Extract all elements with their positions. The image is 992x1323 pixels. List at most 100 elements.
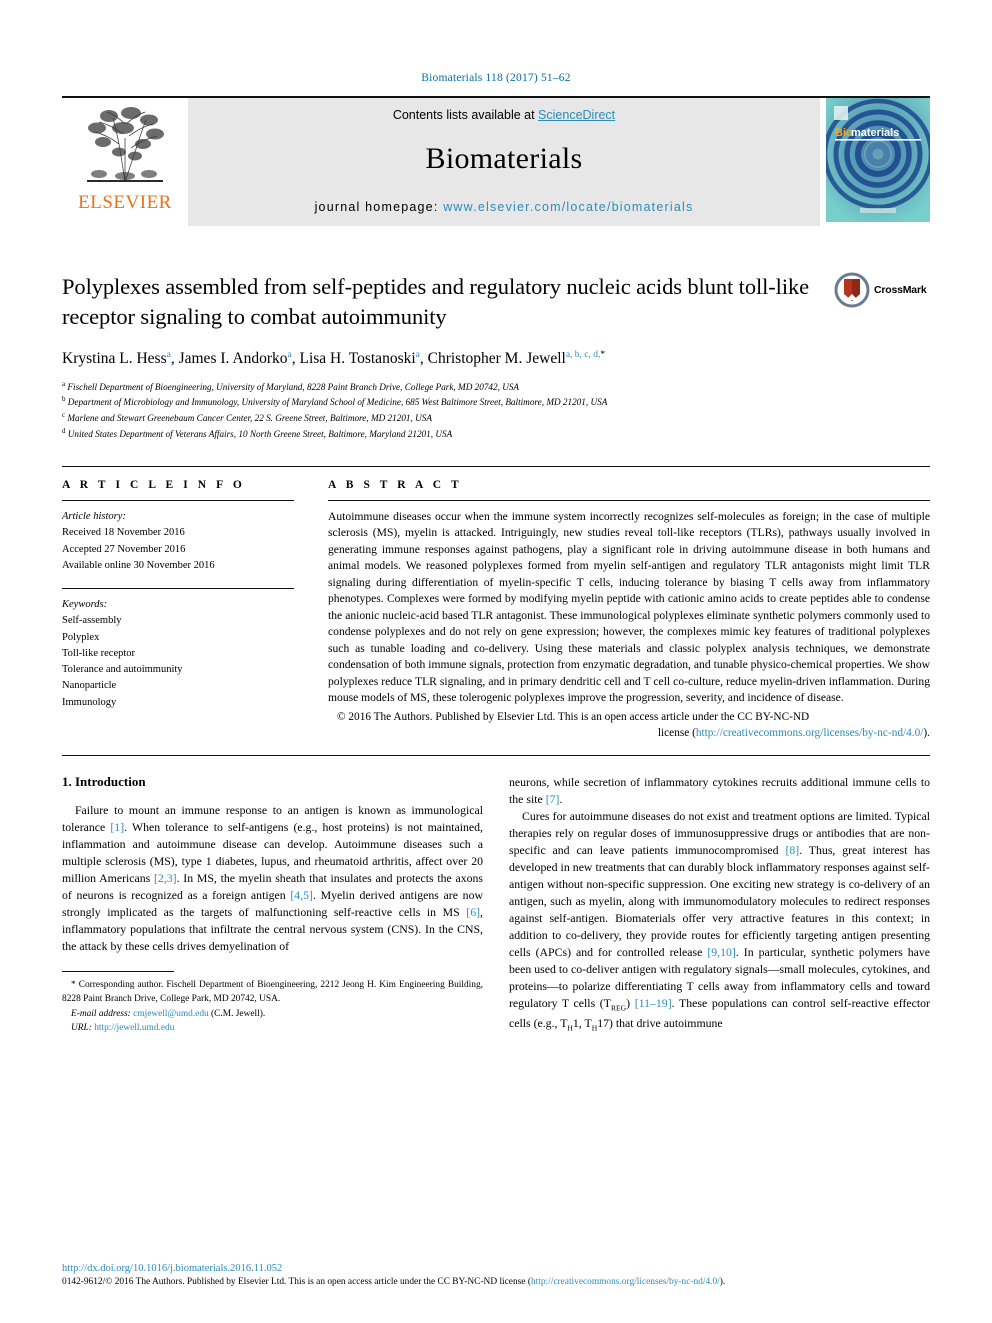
affiliation-mark: d bbox=[62, 427, 66, 436]
article-history-online: Available online 30 November 2016 bbox=[62, 559, 215, 571]
keyword-item: Immunology bbox=[62, 696, 117, 708]
article-history-accepted: Accepted 27 November 2016 bbox=[62, 543, 186, 555]
footnote-email-link[interactable]: cmjewell@umd.edu bbox=[133, 1009, 209, 1019]
keyword-item: Polyplex bbox=[62, 631, 100, 643]
author-item: Lisa H. Tostanoskia, bbox=[299, 349, 427, 367]
journal-cover-thumbnail: Bio materials bbox=[826, 98, 930, 226]
info-abstract-row: A R T I C L E I N F O Article history: R… bbox=[62, 465, 930, 742]
paragraph: neurons, while secretion of inflammatory… bbox=[509, 774, 930, 808]
article-history-received: Received 18 November 2016 bbox=[62, 527, 185, 539]
citation-link[interactable]: [2,3] bbox=[154, 871, 177, 885]
elsevier-tree-icon bbox=[87, 107, 164, 183]
footer-license-link[interactable]: http://creativecommons.org/licenses/by-n… bbox=[531, 1277, 720, 1287]
body-columns: 1. Introduction Failure to mount an immu… bbox=[62, 755, 930, 1034]
author-name: James I. Andorko bbox=[178, 349, 288, 367]
abstract-license-link[interactable]: http://creativecommons.org/licenses/by-n… bbox=[696, 727, 924, 739]
keyword-item: Nanoparticle bbox=[62, 680, 117, 692]
keyword-item: Self-assembly bbox=[62, 615, 122, 627]
footnote-email-label: E-mail address: bbox=[71, 1008, 131, 1019]
journal-homepage-link[interactable]: www.elsevier.com/locate/biomaterials bbox=[443, 200, 693, 214]
abstract-column: A B S T R A C T Autoimmune diseases occu… bbox=[328, 479, 930, 742]
footnote-url-label: URL: bbox=[71, 1022, 92, 1033]
affiliation-text: Fischell Department of Bioengineering, U… bbox=[67, 381, 520, 392]
page-title: Polyplexes assembled from self-peptides … bbox=[62, 274, 810, 329]
elsevier-logo: ELSEVIER bbox=[62, 98, 188, 226]
author-list: Krystina L. Hessa, James I. Andorkoa, Li… bbox=[62, 349, 930, 367]
abstract-text: Autoimmune diseases occur when the immun… bbox=[328, 509, 930, 704]
citation-link[interactable]: [8] bbox=[785, 843, 799, 857]
abstract-copyright-lead: © 2016 The Authors. Published by Elsevie… bbox=[337, 711, 810, 724]
citation-link[interactable]: [7] bbox=[546, 792, 560, 806]
article-info-column: A R T I C L E I N F O Article history: R… bbox=[62, 479, 294, 742]
corresponding-author-footnote: * Corresponding author. Fischell Departm… bbox=[62, 971, 483, 1034]
title-block: Polyplexes assembled from self-peptides … bbox=[62, 272, 930, 442]
author-name: Krystina L. Hess bbox=[62, 349, 167, 367]
paragraph: Failure to mount an immune response to a… bbox=[62, 802, 483, 955]
abstract-license-prefix: license ( bbox=[657, 727, 696, 740]
affiliation-mark: a bbox=[62, 379, 66, 388]
body-column-left: 1. Introduction Failure to mount an immu… bbox=[62, 774, 483, 1034]
citation-link[interactable]: [4,5] bbox=[290, 888, 313, 902]
text-run: 17) that drive autoimmune bbox=[597, 1015, 723, 1030]
subscript: REG bbox=[610, 1003, 627, 1013]
doi-link[interactable]: http://dx.doi.org/10.1016/j.biomaterials… bbox=[62, 1263, 282, 1274]
corresponding-author-mark: * bbox=[600, 349, 606, 360]
keyword-item: Tolerance and autoimmunity bbox=[62, 664, 183, 676]
affiliation-item: d United States Department of Veterans A… bbox=[62, 426, 930, 442]
author-name: Lisa H. Tostanoski bbox=[299, 349, 416, 367]
text-run: . Thus, great interest has developed in … bbox=[509, 843, 930, 960]
abstract-rule bbox=[328, 499, 930, 501]
author-name: Christopher M. Jewell bbox=[427, 349, 566, 367]
crossmark-label: CrossMark bbox=[874, 284, 927, 296]
citation-link[interactable]: [9,10] bbox=[707, 945, 736, 959]
citation-link[interactable]: [11–19] bbox=[635, 996, 672, 1010]
affiliation-item: b Department of Microbiology and Immunol… bbox=[62, 394, 930, 410]
article-info-heading: A R T I C L E I N F O bbox=[62, 478, 246, 491]
footnote-url-link[interactable]: http://jewell.umd.edu bbox=[94, 1023, 174, 1033]
keyword-item: Toll-like receptor bbox=[62, 647, 136, 659]
journal-title: Biomaterials bbox=[425, 142, 583, 175]
elsevier-wordmark: ELSEVIER bbox=[78, 192, 172, 213]
text-run: . bbox=[559, 792, 563, 807]
citation-link[interactable]: [1] bbox=[110, 820, 124, 834]
text-run: neurons, while secretion of inflammatory… bbox=[509, 775, 930, 807]
article-history-label: Article history: bbox=[62, 510, 126, 522]
affiliation-text: Marlene and Stewart Greenebaum Cancer Ce… bbox=[67, 413, 432, 424]
contents-lists-label: Contents lists available at bbox=[392, 108, 539, 122]
abstract-copyright: © 2016 The Authors. Published by Elsevie… bbox=[328, 709, 930, 741]
footnote-email-line: E-mail address: cmjewell@umd.edu (C.M. J… bbox=[62, 1007, 483, 1021]
footnote-corresponding: * Corresponding author. Fischell Departm… bbox=[62, 978, 483, 1006]
footnote-corresponding-text: Corresponding author. Fischell Departmen… bbox=[62, 980, 483, 1005]
contents-lists-line: Contents lists available at ScienceDirec… bbox=[393, 108, 615, 122]
cover-title-part-b: materials bbox=[851, 127, 899, 139]
affiliation-item: c Marlene and Stewart Greenebaum Cancer … bbox=[62, 410, 930, 426]
affiliation-item: a Fischell Department of Bioengineering,… bbox=[62, 379, 930, 395]
issn-copyright-line: 0142-9612/© 2016 The Authors. Published … bbox=[62, 1276, 930, 1289]
text-run: ) bbox=[626, 996, 635, 1011]
journal-masthead: ELSEVIER Contents lists available at Sci… bbox=[62, 96, 930, 226]
footer-license-suffix: ). bbox=[719, 1276, 726, 1287]
crossmark-badge[interactable]: CrossMark bbox=[834, 270, 930, 310]
author-item: Krystina L. Hessa, bbox=[62, 349, 179, 367]
affiliation-text: United States Department of Veterans Aff… bbox=[67, 429, 453, 440]
abstract-license-suffix: ). bbox=[923, 727, 930, 740]
journal-cover-image: Bio materials bbox=[826, 98, 930, 222]
author-affil-mark: a, b, c, d, bbox=[565, 349, 601, 360]
footnote-url-line: URL: http://jewell.umd.edu bbox=[62, 1021, 483, 1035]
page-footer: http://dx.doi.org/10.1016/j.biomaterials… bbox=[62, 1263, 930, 1289]
contents-banner: Contents lists available at ScienceDirec… bbox=[188, 98, 820, 226]
footnote-email-owner: (C.M. Jewell). bbox=[208, 1008, 266, 1019]
affiliation-text: Department of Microbiology and Immunolog… bbox=[67, 397, 608, 408]
paragraph: Cures for autoimmune diseases do not exi… bbox=[509, 808, 930, 1033]
author-separator: , bbox=[170, 349, 179, 367]
abstract-heading: A B S T R A C T bbox=[328, 478, 463, 491]
issn-copyright-text: 0142-9612/© 2016 The Authors. Published … bbox=[62, 1276, 531, 1287]
citation-link[interactable]: [6] bbox=[466, 905, 480, 919]
sciencedirect-link[interactable]: ScienceDirect bbox=[538, 108, 615, 122]
body-column-right: neurons, while secretion of inflammatory… bbox=[509, 774, 930, 1034]
text-run: 1, T bbox=[572, 1015, 592, 1030]
affiliation-mark: b bbox=[62, 395, 66, 404]
keywords-rule bbox=[62, 588, 294, 590]
author-item: James I. Andorkoa, bbox=[178, 349, 300, 367]
